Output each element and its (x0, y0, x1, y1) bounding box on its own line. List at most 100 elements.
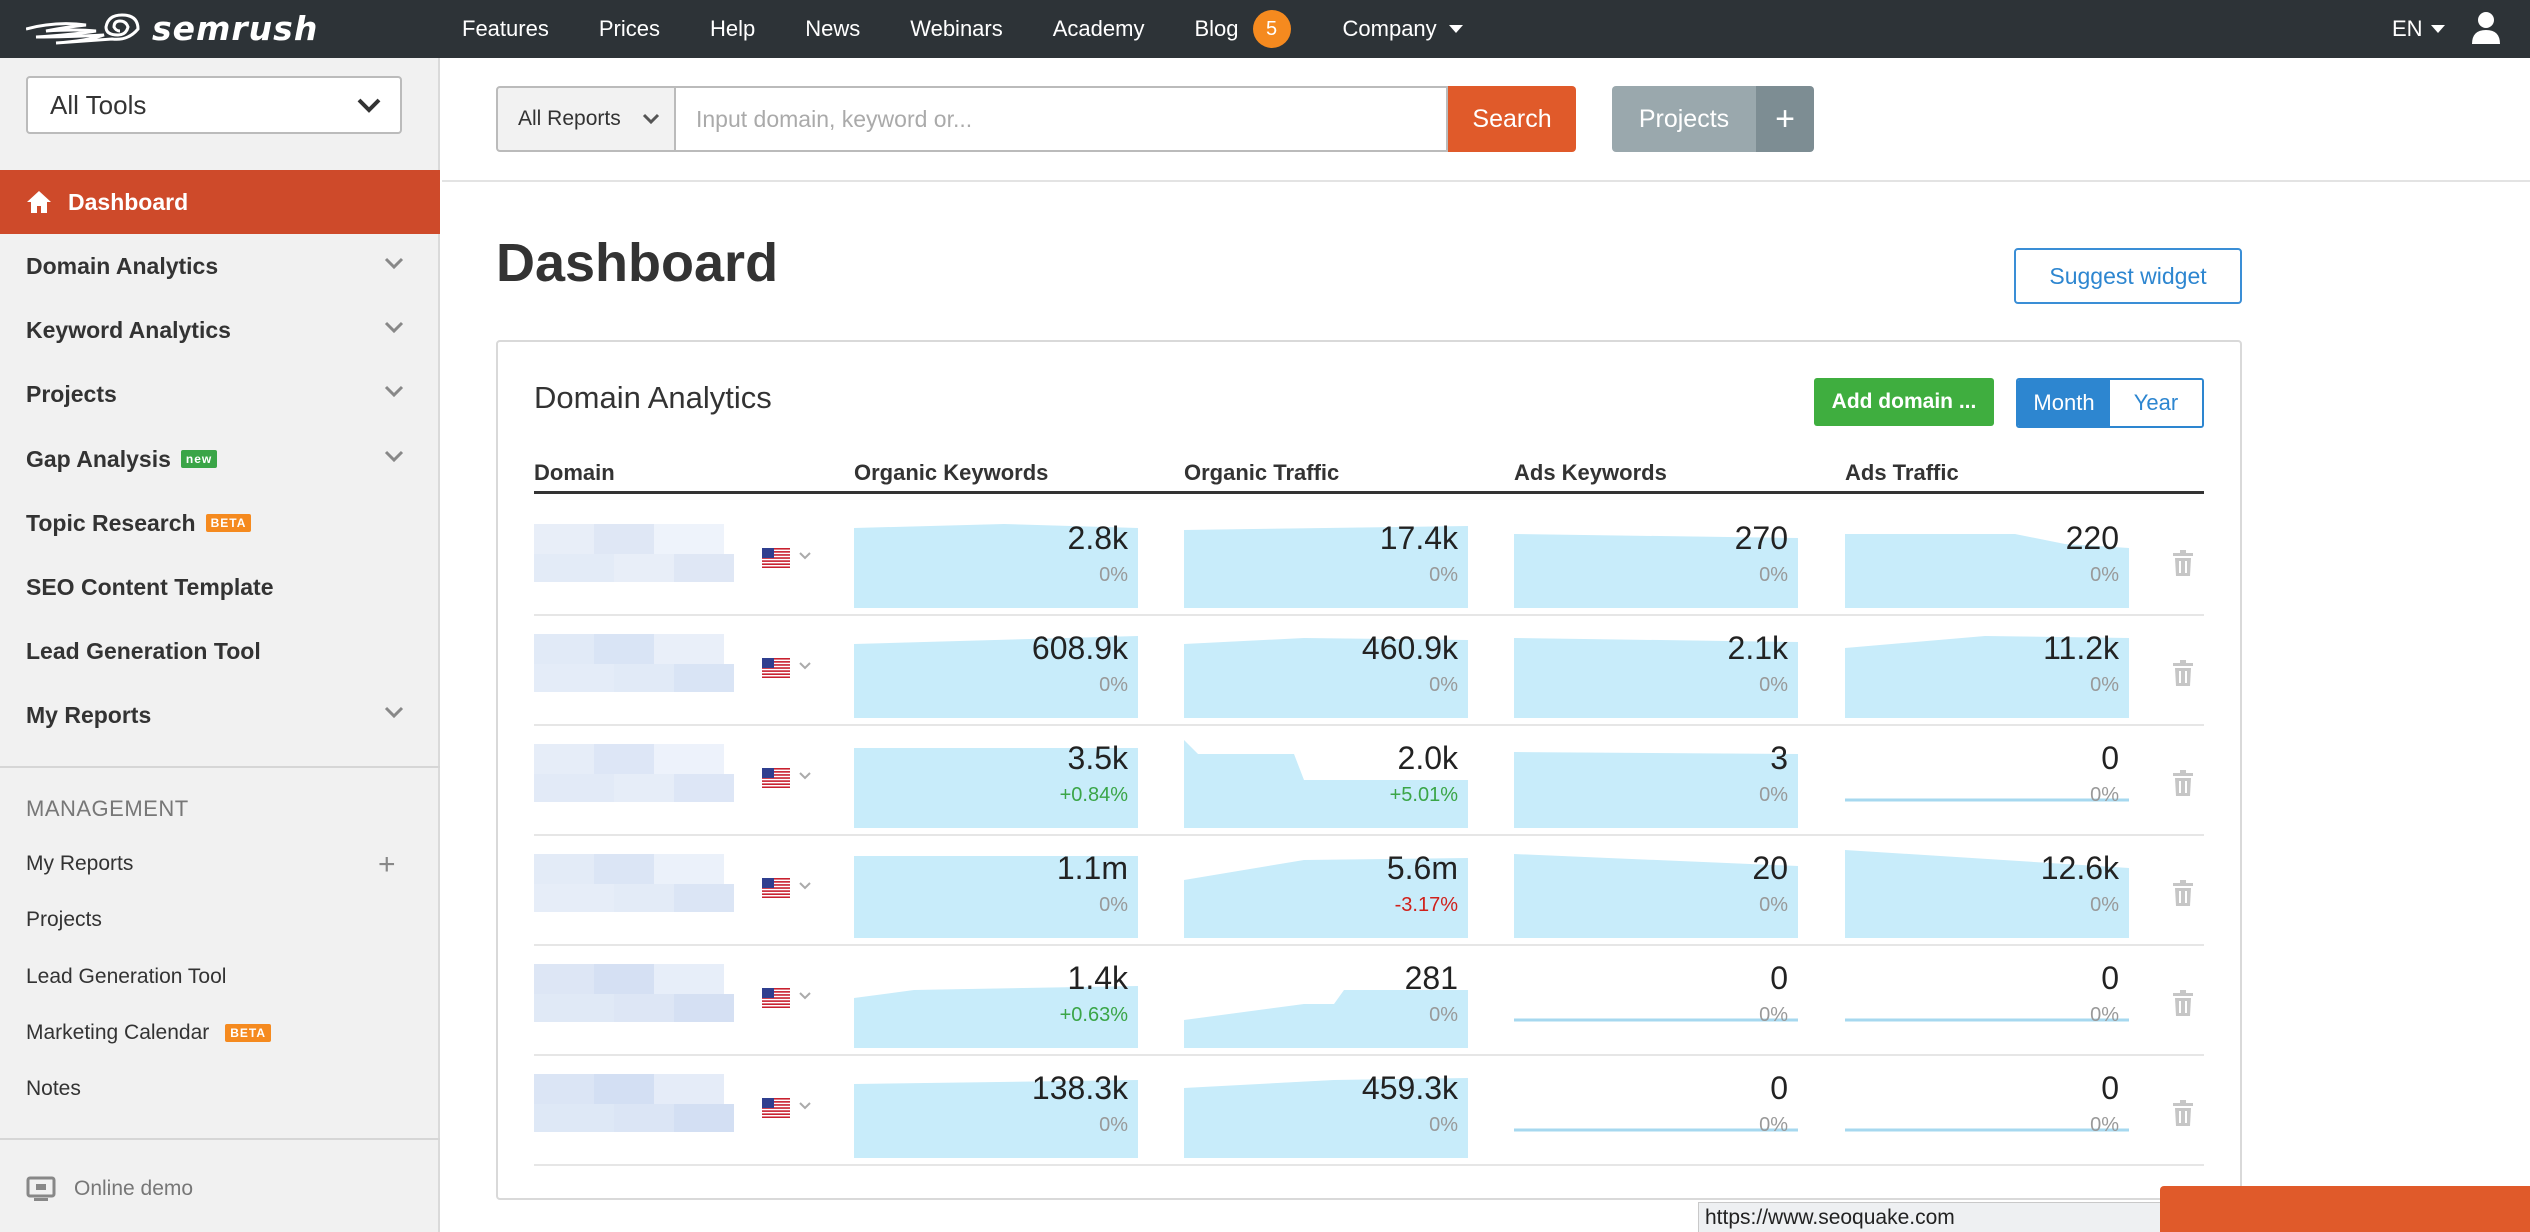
sidebar-item-topic-research[interactable]: Topic Research BETA (0, 491, 440, 555)
metric-change: 0% (1099, 674, 1128, 696)
metric-cell-organic-keywords: 1.4k +0.63% (854, 960, 1138, 1048)
metric-value: 17.4k (1379, 520, 1458, 556)
sidebar-item-keyword-analytics[interactable]: Keyword Analytics (0, 298, 440, 362)
metric-cell-organic-keywords: 608.9k 0% (854, 630, 1138, 718)
chevron-down-icon[interactable] (798, 660, 812, 672)
trash-icon[interactable] (2172, 550, 2194, 576)
nav-news[interactable]: News (805, 16, 860, 42)
suggest-widget-button[interactable]: Suggest widget (2014, 248, 2242, 304)
sidebar-item-label: Lead Generation Tool (26, 637, 261, 664)
management-item-notes[interactable]: Notes (26, 1077, 81, 1101)
sidebar-item-seo-content-template[interactable]: SEO Content Template (0, 555, 440, 619)
management-item-projects[interactable]: Projects (26, 908, 102, 932)
report-scope-select[interactable]: All Reports (496, 86, 676, 152)
sidebar-item-dashboard[interactable]: Dashboard (0, 170, 440, 234)
chevron-down-icon (384, 321, 404, 334)
metric-change: 0% (1099, 1114, 1128, 1136)
table-row: 608.9k 0% 460.9k 0% 2.1k 0% 11.2k 0% (534, 616, 2204, 726)
metric-value: 2.0k (1397, 740, 1458, 776)
us-flag-icon[interactable] (762, 768, 790, 788)
sidebar-item-label: My Reports (26, 701, 152, 728)
sidebar-item-my-reports[interactable]: My Reports (0, 683, 440, 747)
sparkline-ads-keywords (1514, 1018, 1798, 1022)
management-item-my-reports[interactable]: My Reports (26, 852, 133, 876)
sidebar-item-projects[interactable]: Projects (0, 362, 440, 426)
projects-button[interactable]: Projects (1612, 86, 1756, 152)
nav-features[interactable]: Features (462, 16, 549, 42)
metric-value: 2.8k (1067, 520, 1128, 556)
language-selector[interactable]: EN (2392, 0, 2445, 58)
nav-academy[interactable]: Academy (1053, 16, 1145, 42)
management-item-label: My Reports (26, 852, 134, 875)
chevron-down-icon[interactable] (798, 880, 812, 892)
trash-icon[interactable] (2172, 880, 2194, 906)
monitor-icon (26, 1176, 56, 1201)
column-header-ads-traffic: Ads Traffic (1845, 460, 1959, 485)
sidebar-item-label: Topic Research (26, 509, 196, 536)
metric-cell-organic-keywords: 1.1m 0% (854, 850, 1138, 938)
us-flag-icon[interactable] (762, 878, 790, 898)
trash-icon[interactable] (2172, 990, 2194, 1016)
trash-icon[interactable] (2172, 660, 2194, 686)
us-flag-icon[interactable] (762, 988, 790, 1008)
metric-change: +0.63% (1059, 1004, 1128, 1026)
metric-cell-ads-keywords: 0 0% (1514, 1070, 1798, 1158)
period-month-option[interactable]: Month (2018, 380, 2110, 426)
online-demo-link[interactable]: Online demo (26, 1176, 193, 1202)
domain-cell-blurred[interactable] (534, 854, 756, 912)
management-item-marketing-calendar[interactable]: Marketing Calendar BETA (26, 1021, 272, 1045)
metric-change: 0% (1759, 674, 1788, 696)
nav-webinars[interactable]: Webinars (910, 16, 1003, 42)
management-item-label: Notes (26, 1077, 81, 1100)
us-flag-icon[interactable] (762, 658, 790, 678)
chevron-down-icon[interactable] (798, 770, 812, 782)
us-flag-icon[interactable] (762, 548, 790, 568)
sidebar-item-label: Gap Analysis (26, 445, 171, 472)
metric-cell-ads-keywords: 20 0% (1514, 850, 1798, 938)
metric-change: 0% (1099, 894, 1128, 916)
domain-cell-blurred[interactable] (534, 744, 756, 802)
nav-help[interactable]: Help (710, 16, 755, 42)
period-toggle: Month Year (2016, 378, 2204, 428)
trash-icon[interactable] (2172, 770, 2194, 796)
metric-cell-organic-keywords: 3.5k +0.84% (854, 740, 1138, 828)
sidebar-item-gap-analysis[interactable]: Gap Analysis new (0, 427, 440, 491)
add-domain-button[interactable]: Add domain ... (1814, 378, 1994, 426)
table-row: 138.3k 0% 459.3k 0% 0 0% 0 0% (534, 1056, 2204, 1166)
domain-cell-blurred[interactable] (534, 1074, 756, 1132)
period-year-option[interactable]: Year (2110, 380, 2202, 426)
nav-prices[interactable]: Prices (599, 16, 660, 42)
user-icon[interactable] (2470, 10, 2502, 46)
chevron-down-icon[interactable] (798, 550, 812, 562)
nav-blog-label: Blog (1194, 16, 1239, 41)
us-flag-icon[interactable] (762, 1098, 790, 1118)
trash-icon[interactable] (2172, 1100, 2194, 1126)
feedback-tab[interactable] (2160, 1186, 2530, 1232)
nav-company-dropdown[interactable]: Company (1343, 16, 1463, 42)
sidebar-item-lead-generation-tool[interactable]: Lead Generation Tool (0, 619, 440, 683)
add-report-plus-icon[interactable]: + (378, 850, 396, 880)
add-project-button[interactable]: + (1756, 86, 1814, 152)
metric-cell-ads-traffic: 11.2k 0% (1845, 630, 2129, 718)
management-item-lead-generation-tool[interactable]: Lead Generation Tool (26, 965, 226, 989)
report-scope-value: All Reports (518, 107, 621, 130)
domain-cell-blurred[interactable] (534, 634, 756, 692)
chevron-down-icon[interactable] (798, 1100, 812, 1112)
chevron-down-icon[interactable] (798, 990, 812, 1002)
all-tools-select[interactable]: All Tools (26, 76, 402, 134)
metric-cell-ads-traffic: 12.6k 0% (1845, 850, 2129, 938)
domain-cell-blurred[interactable] (534, 964, 756, 1022)
online-demo-label: Online demo (74, 1177, 194, 1200)
search-button[interactable]: Search (1448, 86, 1576, 152)
sidebar-item-label: Dashboard (68, 188, 189, 215)
sidebar-item-domain-analytics[interactable]: Domain Analytics (0, 234, 440, 298)
metric-change: 0% (2090, 894, 2119, 916)
search-input[interactable] (676, 86, 1448, 152)
domain-cell-blurred[interactable] (534, 524, 756, 582)
metric-cell-organic-keywords: 2.8k 0% (854, 520, 1138, 608)
nav-blog[interactable]: Blog 5 (1194, 10, 1291, 48)
metric-value: 1.1m (1056, 850, 1128, 886)
table-row: 1.4k +0.63% 281 0% 0 0% 0 0% (534, 946, 2204, 1056)
metric-cell-organic-traffic: 5.6m -3.17% (1184, 850, 1468, 938)
semrush-logo[interactable]: semrush (26, 8, 318, 48)
